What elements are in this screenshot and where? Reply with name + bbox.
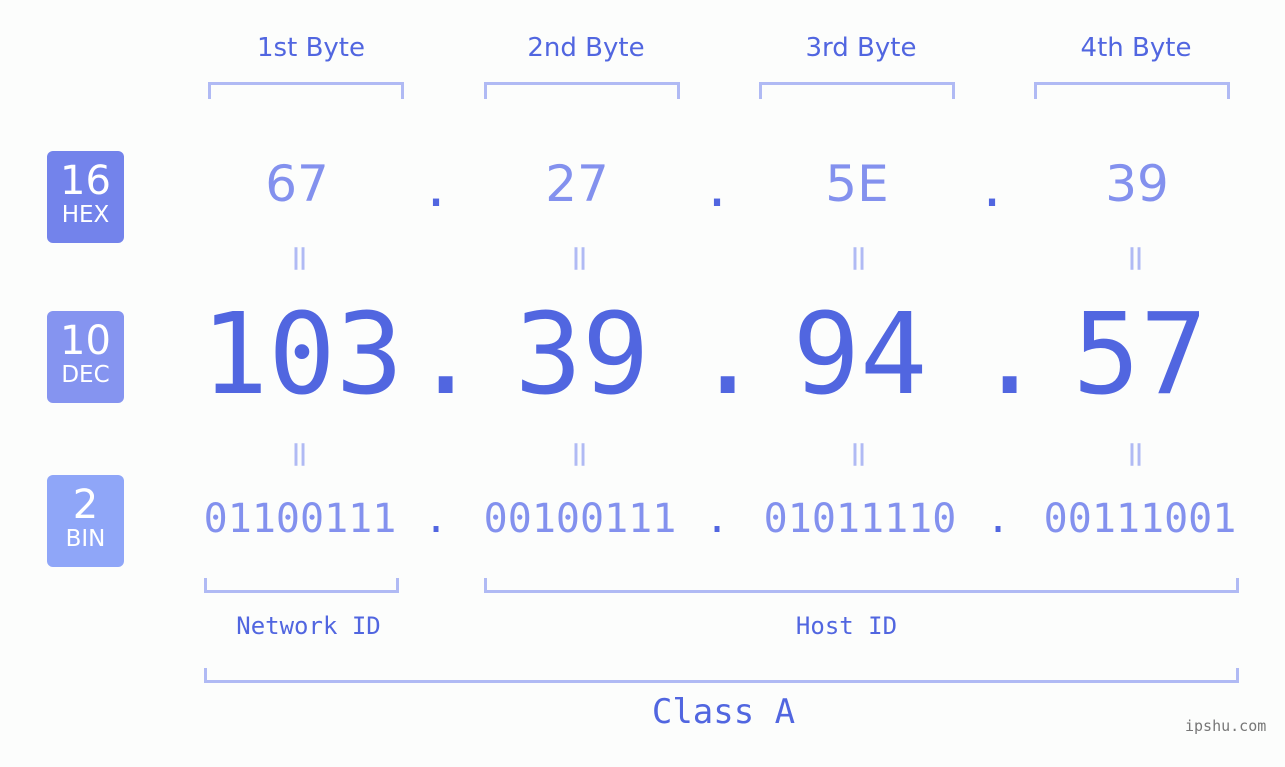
equals-icon: = [1115,243,1157,274]
byte-header-4: 4th Byte [1080,33,1192,63]
bin-value-4: 00111001 [1043,496,1237,542]
byte-bracket-4 [1034,82,1230,99]
bin-value-2: 00100111 [483,496,677,542]
byte-header-3: 3rd Byte [805,33,917,63]
dec-separator: . [412,290,480,420]
dec-value-1: 103 [200,290,404,420]
network-id-label: Network ID [236,612,381,640]
hex-badge-name: HEX [61,202,110,228]
hex-separator: . [701,160,733,218]
dec-badge-base: 10 [60,318,111,364]
byte-header-2: 2nd Byte [527,33,645,63]
bin-badge-base: 2 [72,482,99,528]
hex-value-3: 5E [825,155,889,213]
byte-bracket-3 [759,82,955,99]
equals-icon: = [279,243,321,274]
byte-bracket-2 [484,82,680,99]
dec-badge: 10 DEC [47,311,124,403]
equals-icon: = [1115,439,1157,470]
hex-value-4: 39 [1105,155,1169,213]
hex-badge: 16 HEX [47,151,124,243]
bin-value-3: 01011110 [763,496,957,542]
equals-icon: = [279,439,321,470]
byte-header-1: 1st Byte [257,33,365,63]
dec-badge-name: DEC [61,362,110,388]
bin-value-1: 01100111 [203,496,397,542]
bin-badge-name: BIN [65,526,106,552]
equals-icon: = [838,439,880,470]
dec-value-4: 57 [1072,290,1208,420]
equals-icon: = [559,439,601,470]
dec-value-2: 39 [514,290,650,420]
equals-icon: = [838,243,880,274]
class-bracket [204,668,1239,683]
hex-badge-base: 16 [60,158,111,204]
hex-value-2: 27 [545,155,609,213]
equals-icon: = [559,243,601,274]
dec-separator: . [694,290,762,420]
hex-value-1: 67 [265,155,329,213]
dec-separator: . [976,290,1044,420]
byte-bracket-1 [208,82,404,99]
network-id-bracket [204,578,399,593]
host-id-bracket [484,578,1239,593]
bin-badge: 2 BIN [47,475,124,567]
hex-separator: . [420,160,452,218]
dec-value-3: 94 [792,290,928,420]
site-credit: ipshu.com [1185,717,1267,735]
host-id-label: Host ID [795,612,898,640]
class-label: Class A [651,692,796,732]
hex-separator: . [976,160,1008,218]
